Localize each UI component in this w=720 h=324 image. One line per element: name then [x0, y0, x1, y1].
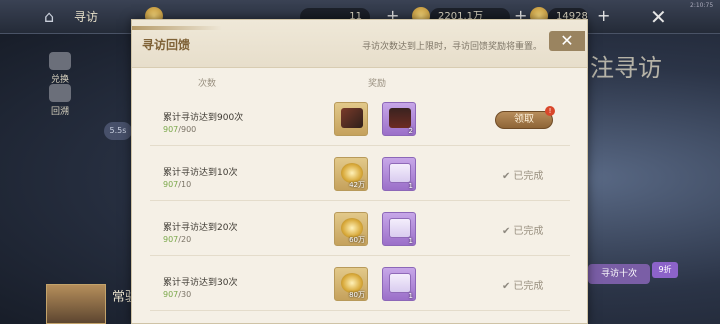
reward-row: 累计寻访达到900次 907/900 2 领取 !	[150, 98, 570, 146]
item-count: 1	[408, 292, 413, 300]
book-bundle-icon	[341, 108, 363, 128]
close-x-icon: ✕	[560, 31, 574, 50]
item-count: 60万	[349, 236, 365, 244]
reward-item-1[interactable]: 60万	[334, 212, 368, 246]
column-header-reward: 奖励	[368, 79, 387, 89]
check-icon: ✔	[502, 226, 511, 237]
add-resource-3-icon[interactable]: +	[597, 6, 610, 25]
reward-row: 累计寻访达到10次 907/10 42万 1 ✔ 已完成	[150, 153, 570, 201]
letter-icon	[389, 273, 411, 293]
letter-icon	[389, 163, 411, 183]
completed-label: 已完成	[513, 171, 544, 182]
recruit-reward-dialog: 寻访回馈 寻访次数达到上限时，寻访回馈奖励将重置。 ✕ 次数 奖励 累计寻访达到…	[131, 19, 588, 324]
completed-status: ✔ 已完成	[502, 167, 543, 182]
progress-target: /10	[178, 180, 192, 189]
screen-title: 寻访	[74, 10, 99, 24]
milestone-name: 累计寻访达到10次	[163, 168, 238, 178]
reward-row: 累计寻访达到30次 907/30 80万 1 ✔ 已完成	[150, 263, 570, 311]
home-icon[interactable]: ⌂	[44, 7, 64, 26]
letter-icon	[389, 218, 411, 238]
item-count: 42万	[349, 181, 365, 189]
reward-row: 累计寻访达到20次 907/20 60万 1 ✔ 已完成	[150, 208, 570, 256]
reward-item-1[interactable]	[334, 102, 368, 136]
side-menu-review[interactable]: 回溯	[46, 84, 74, 117]
character-portrait[interactable]	[46, 284, 106, 324]
item-count: 2	[408, 127, 413, 135]
side-menu-label: 回溯	[50, 107, 69, 117]
item-count: 80万	[349, 291, 365, 299]
progress-current: 907	[163, 180, 179, 189]
notification-badge: !	[545, 106, 555, 116]
dialog-header: 寻访回馈 寻访次数达到上限时，寻访回馈奖励将重置。 ✕	[132, 20, 587, 68]
check-icon: ✔	[502, 171, 511, 182]
progress-target: /900	[178, 125, 197, 134]
claim-button[interactable]: 领取	[495, 111, 553, 129]
close-button[interactable]: ✕	[549, 31, 585, 51]
reward-item-1[interactable]: 42万	[334, 157, 368, 191]
reward-item-2[interactable]: 1	[382, 157, 416, 191]
background-pill: 5.5s	[104, 122, 132, 140]
milestone-name: 累计寻访达到900次	[163, 113, 244, 123]
reward-item-2[interactable]: 1	[382, 267, 416, 301]
column-header-count: 次数	[198, 79, 217, 89]
milestone-name: 累计寻访达到30次	[163, 278, 238, 288]
reward-item-2[interactable]: 2	[382, 102, 416, 136]
milestone-progress: 907/30	[163, 290, 191, 299]
milestone-progress: 907/20	[163, 235, 191, 244]
progress-target: /30	[178, 290, 192, 299]
side-menu-exchange[interactable]: 兑换	[46, 52, 74, 85]
progress-target: /20	[178, 235, 192, 244]
milestone-name: 累计寻访达到20次	[163, 223, 238, 233]
discount-badge: 9折	[652, 262, 678, 278]
ten-pull-button[interactable]: 寻访十次	[588, 264, 650, 284]
card-item-icon	[389, 108, 411, 128]
item-count: 1	[408, 182, 413, 190]
dialog-title: 寻访回馈	[142, 38, 191, 52]
completed-status: ✔ 已完成	[502, 222, 543, 237]
progress-current: 907	[163, 290, 179, 299]
check-icon: ✔	[502, 281, 511, 292]
milestone-progress: 907/10	[163, 180, 191, 189]
reward-item-1[interactable]: 80万	[334, 267, 368, 301]
progress-current: 907	[163, 125, 179, 134]
completed-label: 已完成	[513, 226, 544, 237]
screen-close-icon[interactable]: ✕	[650, 5, 667, 29]
completed-status: ✔ 已完成	[502, 277, 543, 292]
reward-item-2[interactable]: 1	[382, 212, 416, 246]
milestone-progress: 907/900	[163, 125, 196, 134]
reward-list: 累计寻访达到900次 907/900 2 领取 ! 累计寻访达到10次 907/…	[150, 98, 570, 318]
title-decoration	[132, 26, 222, 30]
item-count: 1	[408, 237, 413, 245]
completed-label: 已完成	[513, 281, 544, 292]
banner-text: 注寻访	[590, 54, 662, 82]
review-icon	[49, 84, 71, 102]
progress-current: 907	[163, 235, 179, 244]
dialog-subtitle: 寻访次数达到上限时，寻访回馈奖励将重置。	[362, 42, 543, 52]
exchange-icon	[49, 52, 71, 70]
clock-readout: 2:10:75	[690, 2, 714, 9]
